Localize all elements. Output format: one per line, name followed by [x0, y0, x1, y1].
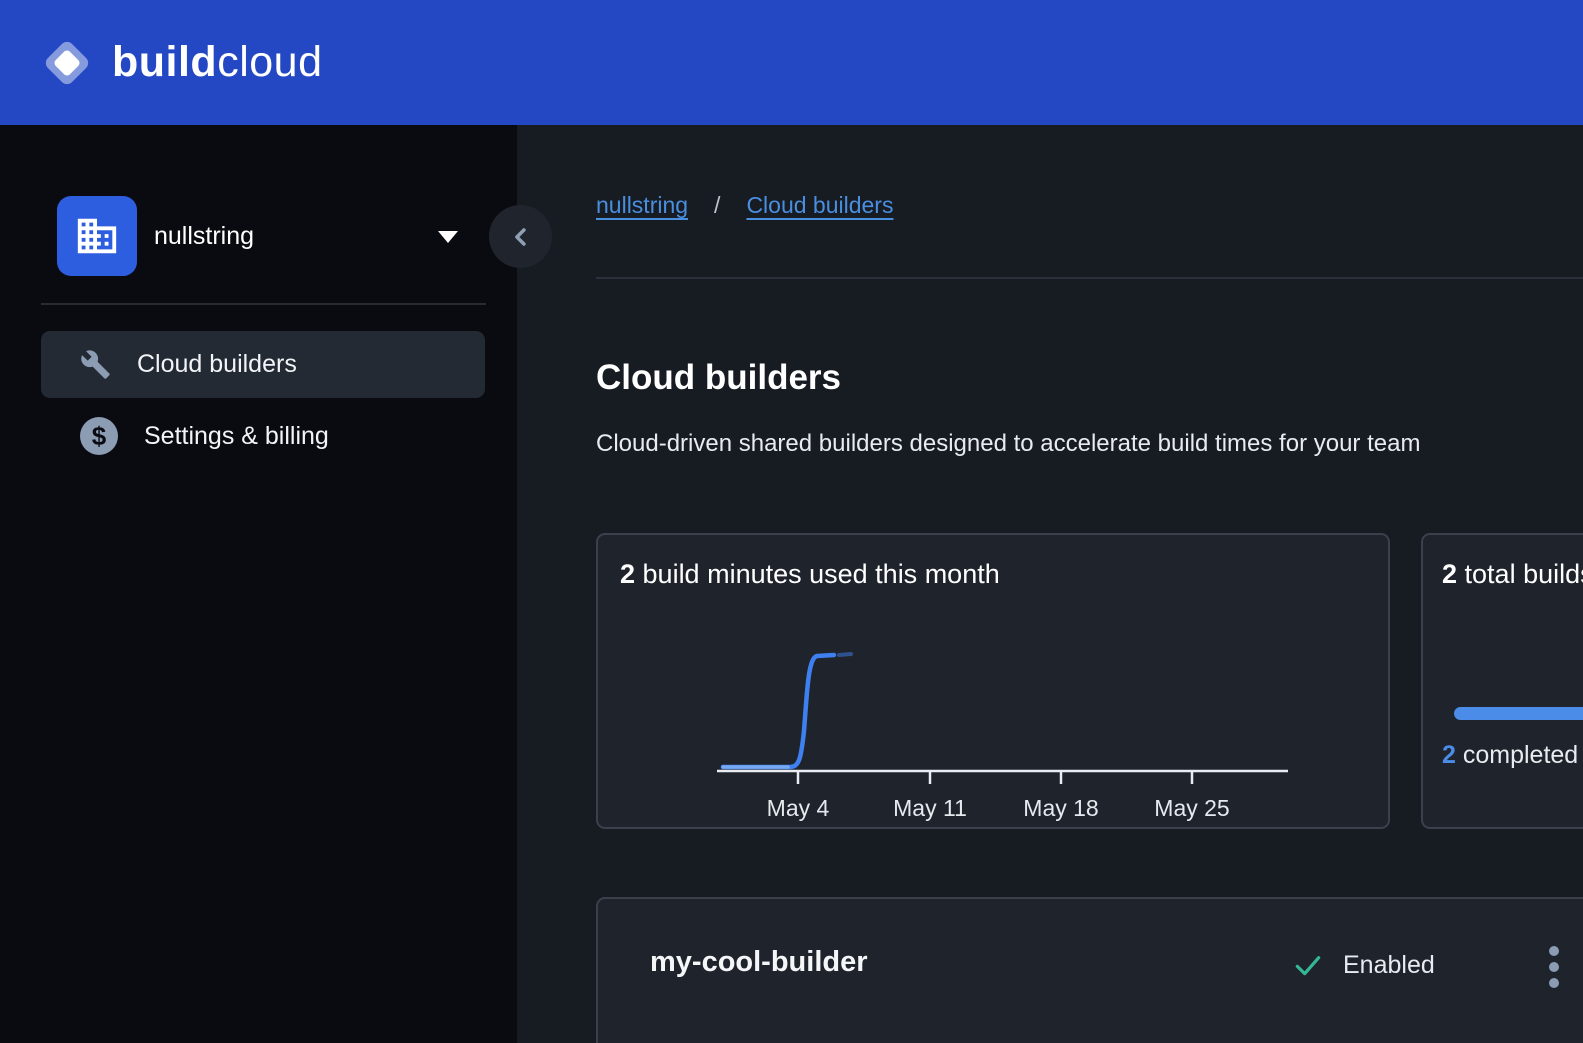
caret-down-icon: [438, 231, 458, 243]
page-description: Cloud-driven shared builders designed to…: [596, 430, 1583, 458]
breadcrumb: nullstring / Cloud builders: [596, 192, 893, 219]
brand-text: buildcloud: [112, 38, 323, 87]
chart-line-tail: [839, 654, 851, 655]
header-divider: [596, 277, 1583, 279]
buildcloud-logo: buildcloud: [42, 38, 323, 88]
check-icon: [1292, 949, 1324, 981]
app-header: buildcloud: [0, 0, 1583, 125]
x-tick-label: May 25: [1154, 795, 1229, 821]
total-builds-card: 2 total builds this month 2 completed: [1421, 533, 1583, 829]
total-builds-title: 2 total builds this month: [1442, 559, 1583, 590]
sidebar-item-settings-billing[interactable]: $ Settings & billing: [41, 405, 485, 467]
brand-text-cloud: cloud: [217, 38, 322, 86]
sidebar-divider: [41, 303, 486, 305]
building-icon: [74, 213, 120, 259]
total-builds-value: 2: [1442, 559, 1457, 589]
sidebar-nav: Cloud builders $ Settings & billing: [41, 331, 485, 467]
sidebar-item-cloud-builders[interactable]: Cloud builders: [41, 331, 485, 398]
build-minutes-card: 2 build minutes used this month May 4 Ma…: [596, 533, 1390, 829]
collapse-sidebar-button[interactable]: [489, 205, 552, 268]
org-name: nullstring: [154, 222, 254, 251]
x-tick-label: May 4: [767, 795, 830, 821]
sidebar: nullstring Cloud builders $ Settings & b…: [0, 125, 517, 1043]
stats-cards-row: 2 build minutes used this month May 4 Ma…: [596, 533, 1583, 829]
chevron-left-icon: [507, 223, 535, 251]
builder-name: my-cool-builder: [650, 946, 868, 979]
diamond-logo-icon: [42, 38, 92, 88]
x-tick-label: May 18: [1023, 795, 1098, 821]
main-content: nullstring / Cloud builders Cloud builde…: [517, 125, 1583, 1043]
sidebar-item-label: Cloud builders: [137, 350, 297, 379]
x-tick-label: May 11: [893, 795, 967, 821]
wrench-icon: [80, 349, 111, 380]
page-title: Cloud builders: [596, 358, 841, 398]
completed-builds-label: completed: [1456, 741, 1578, 769]
brand-text-build: build: [112, 38, 217, 86]
org-selector[interactable]: nullstring: [57, 196, 477, 276]
kebab-icon: [1548, 944, 1560, 990]
total-builds-label: total builds this month: [1457, 559, 1583, 589]
builder-card: my-cool-builder Enabled: [596, 897, 1583, 1043]
completed-builds-value: 2: [1442, 741, 1456, 769]
completed-builds-line: 2 completed: [1442, 741, 1578, 770]
breadcrumb-link-org[interactable]: nullstring: [596, 192, 688, 219]
breadcrumb-link-cloud-builders[interactable]: Cloud builders: [746, 192, 893, 219]
breadcrumb-separator: /: [714, 192, 720, 219]
dollar-icon: $: [80, 417, 118, 455]
chart-line: [723, 655, 834, 767]
builder-status: Enabled: [1292, 949, 1435, 981]
builds-progress-bar: [1454, 707, 1583, 720]
build-minutes-chart: May 4 May 11 May 18 May 25: [598, 535, 1388, 827]
status-label: Enabled: [1343, 951, 1435, 980]
sidebar-item-label: Settings & billing: [144, 422, 329, 451]
kebab-menu-button[interactable]: [1534, 943, 1574, 991]
org-avatar: [57, 196, 137, 276]
